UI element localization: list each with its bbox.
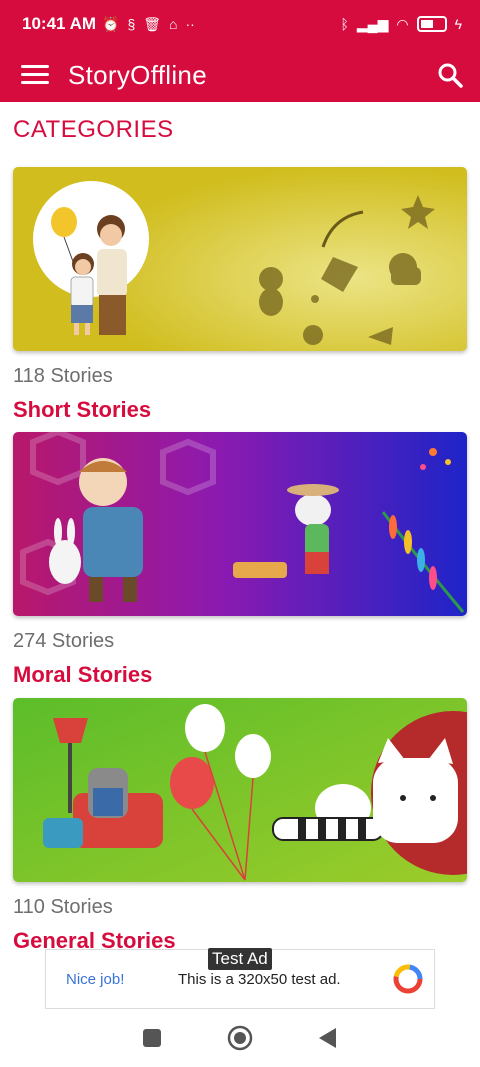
more-dots-icon: ·· <box>185 16 195 32</box>
system-nav-bar <box>0 1009 480 1067</box>
signal-hd-icon: § <box>127 16 136 32</box>
bluetooth-icon: ᛒ <box>340 16 349 32</box>
trash-icon: 🗑 <box>143 15 162 32</box>
home-circle-icon[interactable] <box>227 1025 253 1051</box>
ad-label: Test Ad <box>208 948 272 970</box>
category-card-general-stories[interactable] <box>13 698 467 882</box>
charging-icon: ϟ <box>454 16 462 32</box>
category-banner-image <box>13 167 467 351</box>
cell-signal-icon: ▂▄▆ <box>356 15 389 32</box>
ad-logo-icon <box>393 964 423 994</box>
app-bar: StoryOffline <box>0 48 480 102</box>
search-icon <box>438 63 463 88</box>
category-name[interactable]: Moral Stories <box>13 662 152 688</box>
category-count: 274 Stories <box>13 630 115 652</box>
category-card-short-stories[interactable] <box>13 167 467 351</box>
section-title: CATEGORIES <box>13 116 174 143</box>
battery-icon <box>416 16 447 32</box>
ad-nice-text[interactable]: Nice job! <box>66 971 178 988</box>
category-banner-image <box>13 432 467 616</box>
menu-icon <box>21 65 49 85</box>
category-count: 118 Stories <box>13 365 113 387</box>
alarm-icon: ⏰ <box>102 15 120 32</box>
menu-button[interactable] <box>0 48 70 102</box>
category-banner-image <box>13 698 467 882</box>
category-name[interactable]: Short Stories <box>13 397 151 423</box>
category-count: 110 Stories <box>13 896 113 918</box>
status-time: 10:41 AM <box>22 14 97 33</box>
ad-banner[interactable]: Test Ad Nice job! This is a 320x50 test … <box>45 948 435 1009</box>
home-icon: ⌂ <box>169 16 178 32</box>
wifi-icon: ◠ <box>396 15 409 32</box>
ad-text: This is a 320x50 test ad. <box>178 970 341 988</box>
category-card-moral-stories[interactable] <box>13 432 467 616</box>
back-icon[interactable] <box>318 1027 338 1049</box>
status-bar: 10:41 AM ⏰ § 🗑 ⌂ ·· ᛒ ▂▄▆ ◠ ϟ <box>0 0 480 48</box>
recent-apps-icon[interactable] <box>142 1028 162 1048</box>
app-title: StoryOffline <box>68 59 207 90</box>
search-button[interactable] <box>420 48 480 102</box>
